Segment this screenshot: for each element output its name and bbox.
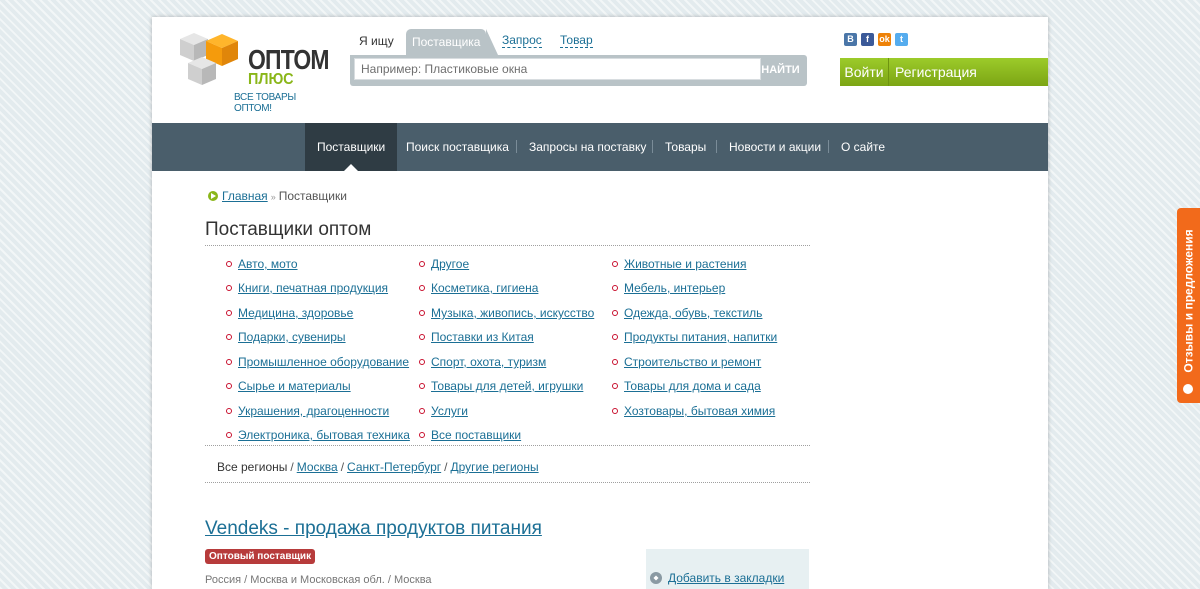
add-bookmark-link[interactable]: Добавить в закладки bbox=[668, 571, 784, 585]
region-all[interactable]: Все регионы bbox=[217, 460, 287, 474]
supplier-actions: Добавить в закладки bbox=[646, 549, 809, 589]
breadcrumb-separator: » bbox=[270, 192, 276, 202]
region-filter: Все регионы / Москва / Санкт-Петербург / Други… bbox=[217, 460, 539, 474]
boxes-logo-icon bbox=[180, 33, 238, 85]
category-link[interactable]: Мебель, интерьер bbox=[611, 281, 725, 295]
feedback-label: Отзывы и предложения bbox=[1181, 229, 1196, 373]
category-link[interactable]: Продукты питания, напитки bbox=[611, 330, 777, 344]
feedback-icon bbox=[1183, 384, 1193, 394]
search-button[interactable]: НАЙТИ bbox=[758, 58, 803, 82]
region-separator: / bbox=[290, 460, 294, 474]
category-link[interactable]: Другое bbox=[418, 257, 469, 271]
supplier-title-link[interactable]: Vendeks - продажа продуктов питания bbox=[205, 518, 542, 540]
logo-tagline: ВСЕ ТОВАРЫ ОПТОМ! bbox=[234, 92, 296, 114]
login-button[interactable]: Войти bbox=[840, 58, 889, 86]
main-nav: Поставщики Поиск поставщика Запросы на п… bbox=[152, 123, 1048, 171]
search-tab-request[interactable]: Запрос bbox=[502, 34, 542, 48]
feedback-tab[interactable]: Отзывы и предложения bbox=[1177, 208, 1200, 403]
category-link[interactable]: Подарки, сувениры bbox=[226, 330, 346, 344]
nav-item-news[interactable]: Новости и акции bbox=[717, 123, 833, 171]
nav-item-supply-requests[interactable]: Запросы на поставку bbox=[517, 123, 658, 171]
nav-item-suppliers[interactable]: Поставщики bbox=[305, 123, 398, 171]
category-link[interactable]: Товары для детей, игрушки bbox=[418, 379, 583, 393]
search-input[interactable] bbox=[354, 58, 761, 80]
site-logo[interactable]: ОПТОМ ПЛЮС ВСЕ ТОВАРЫ ОПТОМ! bbox=[176, 29, 336, 114]
category-link[interactable]: Услуги bbox=[419, 404, 468, 418]
dotted-divider bbox=[205, 445, 810, 446]
region-moscow-link[interactable]: Москва bbox=[297, 460, 338, 474]
search-box: НАЙТИ bbox=[350, 55, 807, 86]
auth-bar: Войти Регистрация bbox=[840, 58, 1048, 86]
breadcrumb: Главная» Поставщики bbox=[208, 189, 347, 203]
category-link[interactable]: Сырье и материалы bbox=[226, 379, 351, 393]
category-link[interactable]: Одежда, обувь, текстиль bbox=[611, 306, 762, 320]
category-link[interactable]: Электроника, бытовая техника bbox=[226, 428, 410, 442]
search-tab-product[interactable]: Товар bbox=[560, 34, 593, 48]
category-link[interactable]: Промышленное оборудование bbox=[225, 355, 409, 369]
home-arrow-icon bbox=[208, 191, 218, 201]
breadcrumb-home-link[interactable]: Главная bbox=[222, 189, 268, 203]
page-container: ОПТОМ ПЛЮС ВСЕ ТОВАРЫ ОПТОМ! Я ищу Поста… bbox=[152, 17, 1048, 589]
dotted-divider bbox=[205, 482, 810, 483]
supplier-location: Россия / Москва и Московская обл. / Моск… bbox=[205, 574, 432, 586]
dotted-divider bbox=[205, 245, 810, 246]
category-link[interactable]: Медицина, здоровье bbox=[225, 306, 353, 320]
category-link[interactable]: Товары для дома и сада bbox=[612, 379, 761, 393]
category-link[interactable]: Косметика, гигиена bbox=[418, 281, 538, 295]
region-spb-link[interactable]: Санкт-Петербург bbox=[347, 460, 441, 474]
category-link[interactable]: Животные и растения bbox=[611, 257, 746, 271]
bookmark-row: Добавить в закладки bbox=[650, 571, 784, 585]
twitter-icon[interactable]: t bbox=[895, 33, 908, 46]
search-tab-supplier[interactable]: Поставщика bbox=[406, 29, 500, 55]
register-button[interactable]: Регистрация bbox=[895, 58, 977, 86]
category-link[interactable]: Строительство и ремонт bbox=[611, 355, 761, 369]
wholesale-supplier-badge: Оптовый поставщик bbox=[205, 549, 316, 564]
category-link[interactable]: Книги, печатная продукция bbox=[225, 281, 388, 295]
nav-item-supplier-search[interactable]: Поиск поставщика bbox=[394, 123, 521, 171]
region-separator: / bbox=[340, 460, 345, 474]
category-link[interactable]: Музыка, живопись, искусство bbox=[418, 306, 594, 320]
category-link[interactable]: Спорт, охота, туризм bbox=[418, 355, 546, 369]
category-link[interactable]: Авто, мото bbox=[226, 257, 298, 271]
category-link[interactable]: Хозтовары, бытовая химия bbox=[611, 404, 775, 418]
search-tab-i-seek: Я ищу bbox=[359, 34, 394, 48]
logo-text-plus: ПЛЮС bbox=[248, 71, 294, 88]
region-other-link[interactable]: Другие регионы bbox=[451, 460, 539, 474]
category-link[interactable]: Поставки из Китая bbox=[419, 330, 534, 344]
region-separator: / bbox=[444, 460, 448, 474]
nav-item-products[interactable]: Товары bbox=[653, 123, 718, 171]
odnoklassniki-icon[interactable]: ok bbox=[878, 33, 891, 46]
page-title: Поставщики оптом bbox=[205, 219, 372, 240]
nav-item-about[interactable]: О сайте bbox=[829, 123, 897, 171]
category-link[interactable]: Все поставщики bbox=[418, 428, 521, 442]
facebook-icon[interactable]: f bbox=[861, 33, 874, 46]
breadcrumb-current: Поставщики bbox=[278, 189, 347, 203]
vk-icon[interactable]: В bbox=[844, 33, 857, 46]
category-link[interactable]: Украшения, драгоценности bbox=[225, 404, 389, 418]
bookmark-icon bbox=[650, 572, 662, 584]
